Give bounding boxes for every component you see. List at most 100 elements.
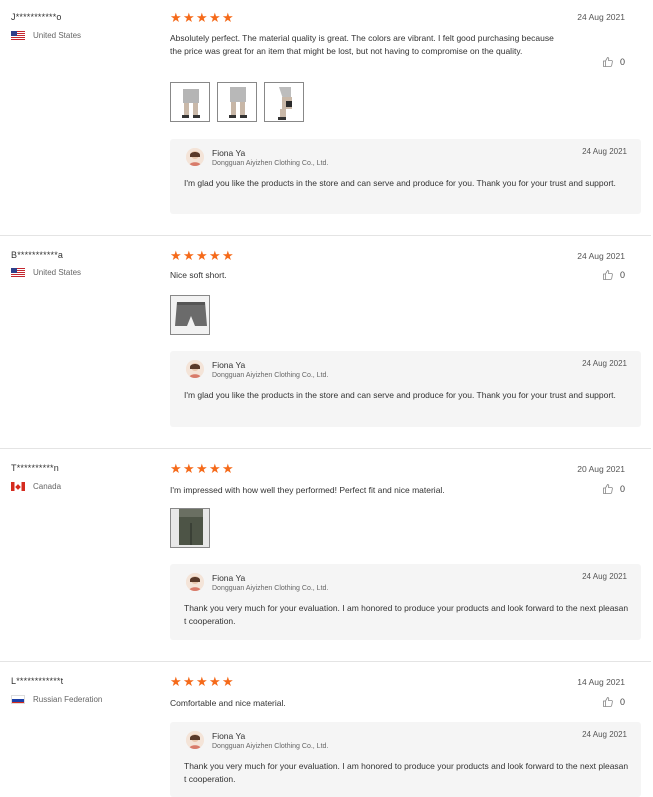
reply-date: 24 Aug 2021 (582, 572, 627, 581)
review-photo[interactable] (170, 295, 210, 335)
helpful-button[interactable]: 0 (602, 56, 625, 68)
review-photo[interactable] (264, 82, 304, 122)
review-text: Absolutely perfect. The material quality… (170, 33, 554, 56)
review-photo[interactable] (217, 82, 257, 122)
review-photos (170, 508, 210, 548)
seller-avatar (186, 148, 204, 166)
seller-reply: Fiona Ya Dongguan Aiyizhen Clothing Co.,… (170, 722, 641, 797)
seller-reply: Fiona Ya Dongguan Aiyizhen Clothing Co.,… (170, 351, 641, 427)
reply-text: Thank you very much for your evaluation.… (184, 603, 629, 626)
star-icon: ★ (222, 674, 234, 689)
shorts-photo-side (265, 83, 303, 121)
reply-text: I'm glad you like the products in the st… (184, 390, 616, 400)
star-icon: ★ (222, 10, 234, 25)
us-flag-icon (11, 268, 25, 277)
country-label: United States (33, 31, 82, 40)
star-icon: ★ (222, 248, 234, 263)
review-item: J***********o United States ★ ★ ★ ★ ★ 24… (0, 0, 653, 236)
seller-avatar (186, 731, 204, 749)
helpful-count: 0 (619, 270, 625, 280)
star-icon: ★ (170, 461, 182, 476)
star-icon: ★ (183, 461, 195, 476)
reply-date: 24 Aug 2021 (582, 147, 627, 156)
seller-name: Fiona Ya (212, 148, 246, 158)
reviewer-name: J***********o (11, 12, 62, 22)
star-rating: ★ ★ ★ ★ ★ (170, 10, 234, 25)
star-icon: ★ (209, 674, 221, 689)
us-flag-icon (11, 31, 25, 40)
seller-company: Dongguan Aiyizhen Clothing Co., Ltd. (212, 743, 329, 750)
seller-avatar (186, 360, 204, 378)
seller-name: Fiona Ya (212, 573, 246, 583)
seller-company: Dongguan Aiyizhen Clothing Co., Ltd. (212, 585, 329, 592)
helpful-button[interactable]: 0 (602, 269, 625, 281)
reply-text: I'm glad you like the products in the st… (184, 178, 616, 188)
review-date: 20 Aug 2021 (577, 464, 625, 474)
star-icon: ★ (222, 461, 234, 476)
review-item: B***********a United States ★ ★ ★ ★ ★ 24… (0, 237, 653, 449)
helpful-count: 0 (619, 57, 625, 67)
review-item: L************t Russian Federation ★ ★ ★ … (0, 663, 653, 797)
star-icon: ★ (183, 248, 195, 263)
thumbs-up-icon (603, 484, 613, 494)
review-photo[interactable] (170, 508, 210, 548)
helpful-count: 0 (619, 484, 625, 494)
seller-avatar (186, 573, 204, 591)
review-text: I'm impressed with how well they perform… (170, 485, 445, 495)
seller-reply: Fiona Ya Dongguan Aiyizhen Clothing Co.,… (170, 564, 641, 640)
canada-flag-icon (11, 482, 25, 491)
review-item: T**********n Canada ★ ★ ★ ★ ★ 20 Aug 202… (0, 450, 653, 662)
star-icon: ★ (170, 10, 182, 25)
divider (0, 235, 651, 236)
helpful-count: 0 (619, 697, 625, 707)
reviewer-country: Russian Federation (11, 695, 102, 704)
star-rating: ★ ★ ★ ★ ★ (170, 461, 234, 476)
review-photos (170, 82, 304, 122)
helpful-button[interactable]: 0 (602, 483, 625, 495)
helpful-button[interactable]: 0 (602, 696, 625, 708)
star-icon: ★ (170, 674, 182, 689)
country-label: United States (33, 268, 82, 277)
reviewer-country: Canada (11, 482, 61, 491)
divider (0, 448, 651, 449)
shorts-photo-back (218, 83, 256, 121)
shorts-photo-front (171, 83, 209, 121)
review-date: 24 Aug 2021 (577, 12, 625, 22)
divider (0, 661, 651, 662)
review-date: 24 Aug 2021 (577, 251, 625, 261)
seller-reply: Fiona Ya Dongguan Aiyizhen Clothing Co.,… (170, 139, 641, 214)
country-label: Canada (33, 482, 62, 491)
reviewer-name: T**********n (11, 463, 59, 473)
russia-flag-icon (11, 695, 25, 704)
star-rating: ★ ★ ★ ★ ★ (170, 674, 234, 689)
star-icon: ★ (183, 10, 195, 25)
review-text: Comfortable and nice material. (170, 698, 286, 708)
star-icon: ★ (170, 248, 182, 263)
review-date: 14 Aug 2021 (577, 677, 625, 687)
shorts-photo-flat (171, 296, 209, 334)
reply-text: Thank you very much for your evaluation.… (184, 761, 629, 784)
star-icon: ★ (196, 461, 208, 476)
star-icon: ★ (196, 674, 208, 689)
reviewer-name: B***********a (11, 250, 64, 260)
shorts-photo-worn (171, 509, 209, 547)
review-photo[interactable] (170, 82, 210, 122)
seller-company: Dongguan Aiyizhen Clothing Co., Ltd. (212, 372, 329, 379)
thumbs-up-icon (603, 697, 613, 707)
star-icon: ★ (209, 461, 221, 476)
seller-name: Fiona Ya (212, 360, 246, 370)
star-icon: ★ (183, 674, 195, 689)
star-icon: ★ (209, 10, 221, 25)
star-icon: ★ (196, 248, 208, 263)
reviewer-name: L************t (11, 676, 64, 686)
reply-date: 24 Aug 2021 (582, 730, 627, 739)
reviewer-country: United States (11, 268, 81, 277)
seller-name: Fiona Ya (212, 731, 246, 741)
country-label: Russian Federation (33, 695, 103, 704)
star-icon: ★ (209, 248, 221, 263)
seller-company: Dongguan Aiyizhen Clothing Co., Ltd. (212, 160, 329, 167)
reply-date: 24 Aug 2021 (582, 359, 627, 368)
thumbs-up-icon (603, 57, 613, 67)
star-rating: ★ ★ ★ ★ ★ (170, 248, 234, 263)
star-icon: ★ (196, 10, 208, 25)
